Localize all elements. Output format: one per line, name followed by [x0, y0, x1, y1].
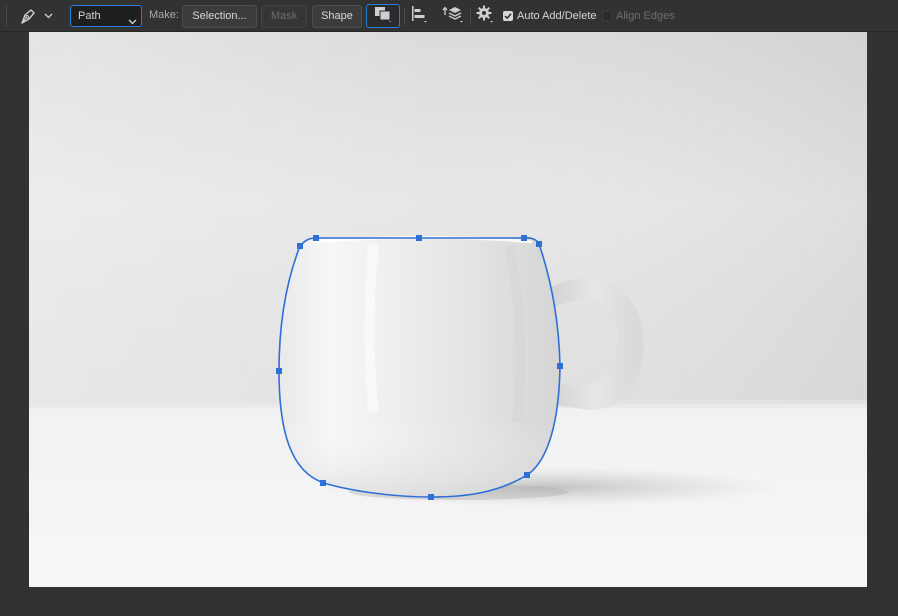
anchor-point[interactable]: [557, 363, 563, 369]
separator: [404, 7, 405, 25]
make-shape-button[interactable]: Shape: [312, 5, 362, 28]
align-edges-label: Align Edges: [616, 10, 675, 22]
anchor-point[interactable]: [536, 241, 542, 247]
checkbox-checked-icon: [503, 11, 513, 21]
anchor-point[interactable]: [521, 235, 527, 241]
make-mask-button[interactable]: Mask: [261, 5, 307, 28]
settings-button[interactable]: [474, 4, 496, 28]
chevron-down-icon: [44, 13, 53, 19]
anchor-point[interactable]: [416, 235, 422, 241]
make-selection-button[interactable]: Selection...: [182, 5, 257, 28]
chevron-down-icon: [128, 12, 137, 32]
document-canvas[interactable]: [29, 32, 867, 587]
options-bar: Path Make: Selection... Mask Shape Auto …: [0, 0, 898, 32]
path-alignment-icon: [410, 5, 428, 28]
mug-photo: [29, 32, 867, 587]
make-label: Make:: [149, 9, 179, 21]
auto-add-delete-label: Auto Add/Delete: [517, 10, 597, 22]
gear-icon: [476, 5, 494, 28]
auto-add-delete-checkbox[interactable]: Auto Add/Delete: [503, 9, 597, 23]
path-operations-button[interactable]: [366, 4, 400, 28]
options-bar-grip[interactable]: [6, 6, 7, 26]
mode-select[interactable]: Path: [70, 5, 142, 27]
path-arrangement-button[interactable]: [440, 4, 466, 28]
anchor-point[interactable]: [313, 235, 319, 241]
align-edges-checkbox[interactable]: Align Edges: [602, 9, 675, 23]
separator: [470, 7, 471, 25]
path-operations-icon: [374, 6, 392, 27]
tool-preset-picker[interactable]: [18, 5, 58, 27]
path-arrangement-icon: [442, 5, 464, 28]
anchor-point[interactable]: [428, 494, 434, 500]
anchor-point[interactable]: [276, 368, 282, 374]
pen-tool-icon: [18, 6, 38, 26]
anchor-point[interactable]: [320, 480, 326, 486]
mode-select-value: Path: [78, 10, 101, 22]
checkbox-unchecked-icon: [602, 11, 612, 21]
path-alignment-button[interactable]: [408, 4, 430, 28]
anchor-point[interactable]: [524, 472, 530, 478]
anchor-point[interactable]: [297, 243, 303, 249]
